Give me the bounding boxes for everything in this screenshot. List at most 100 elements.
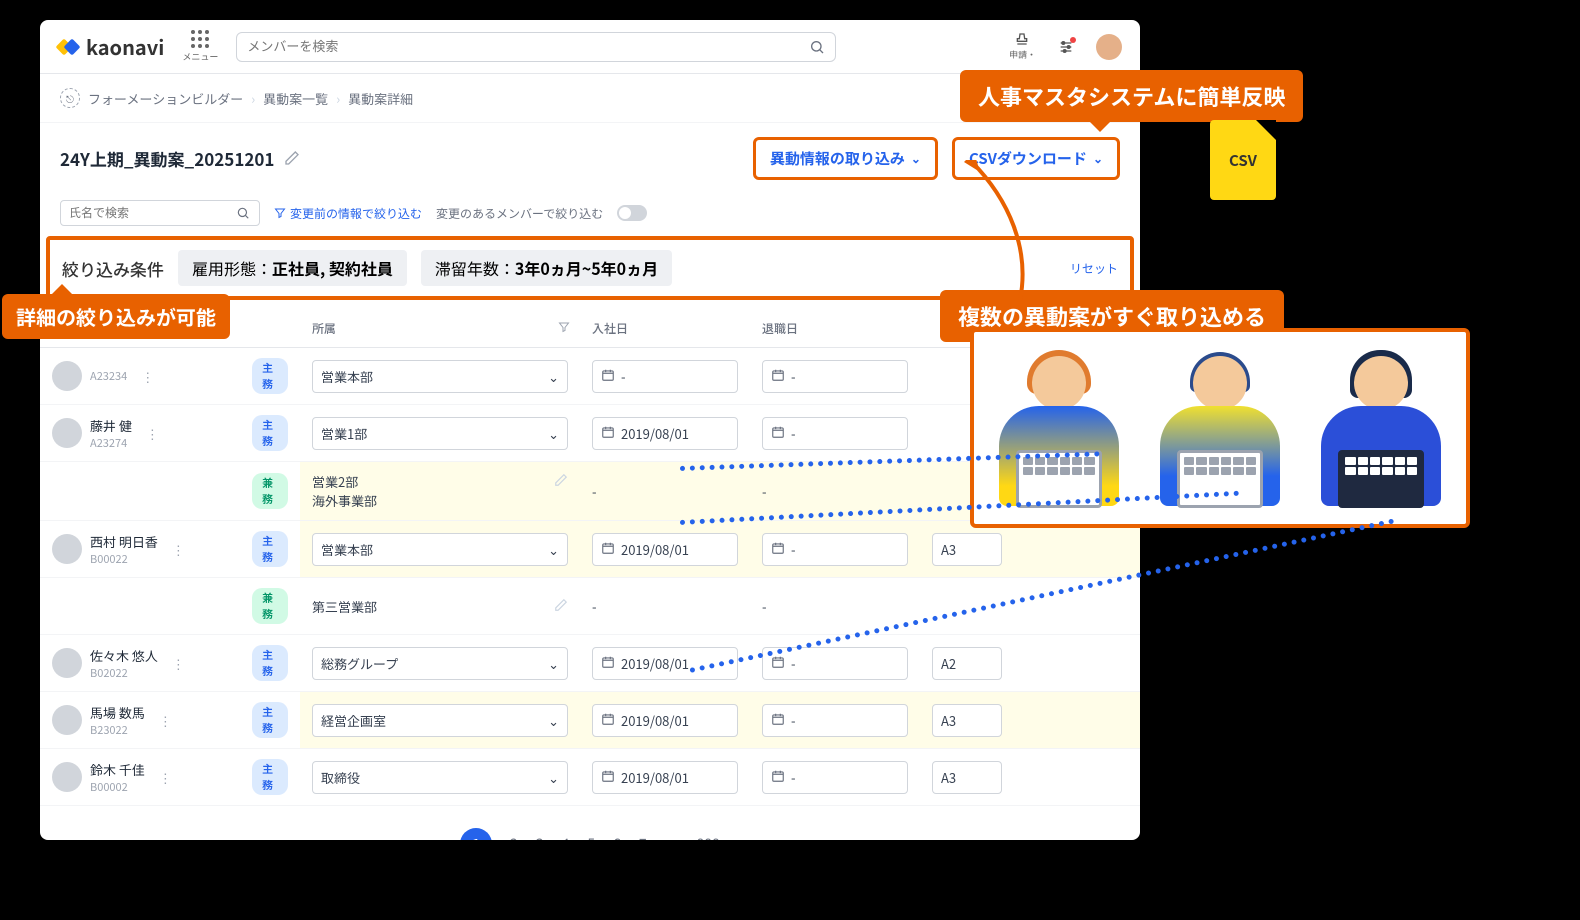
calendar-icon xyxy=(601,540,615,559)
chevron-down-icon: ⌄ xyxy=(548,540,559,559)
callout-hr-master: 人事マスタシステムに簡単反映 xyxy=(960,70,1303,122)
global-search[interactable] xyxy=(236,32,836,62)
row-menu-button[interactable]: ⋮ xyxy=(166,654,191,673)
member-id: A23274 xyxy=(90,435,132,451)
pager-page[interactable]: 7 xyxy=(639,834,647,840)
pencil-icon xyxy=(554,472,568,491)
settings-menu[interactable] xyxy=(1058,39,1074,55)
import-transfer-button[interactable]: 異動情報の取り込み ⌄ xyxy=(753,137,938,180)
filter-chip-employment[interactable]: 雇用形態：正社員, 契約社員 xyxy=(178,250,407,286)
member-id: B00002 xyxy=(90,779,145,795)
grade-select[interactable]: A3 xyxy=(932,761,1002,794)
hire-date-input[interactable]: 2019/08/01 xyxy=(592,704,738,737)
retire-date-input[interactable]: - xyxy=(762,761,908,794)
member-cell: 西村 明日香 B00022 ⋮ xyxy=(52,532,228,567)
filter-toolbar: 変更前の情報で絞り込む 変更のあるメンバーで絞り込む xyxy=(40,194,1140,232)
calendar-icon xyxy=(601,711,615,730)
pager-page[interactable]: 6 xyxy=(613,834,621,840)
csv-label: CSVダウンロード xyxy=(969,148,1087,169)
calendar-icon xyxy=(771,424,785,443)
dept-select[interactable]: 総務グループ⌄ xyxy=(312,647,568,680)
dept-select[interactable]: 取締役⌄ xyxy=(312,761,568,794)
dept-select[interactable]: 営業本部⌄ xyxy=(312,533,568,566)
col-retire: 退職日 xyxy=(750,310,920,348)
retire-date-input[interactable]: - xyxy=(762,704,908,737)
dept-select[interactable]: 経営企画室⌄ xyxy=(312,704,568,737)
topbar: kaonavi メニュー 申請・ xyxy=(40,20,1140,74)
request-menu[interactable]: 申請・ xyxy=(1009,32,1036,61)
before-change-filter-link[interactable]: 変更前の情報で絞り込む xyxy=(274,205,422,222)
hire-date-input[interactable]: 2019/08/01 xyxy=(592,417,738,450)
retire-date-input[interactable]: - xyxy=(762,360,908,393)
filter-icon[interactable] xyxy=(558,320,570,337)
retire-date-input[interactable]: - xyxy=(762,533,908,566)
dept-select[interactable]: 営業1部⌄ xyxy=(312,417,568,450)
row-menu-button[interactable]: ⋮ xyxy=(140,424,165,443)
avatar-icon xyxy=(1096,34,1122,60)
name-search[interactable] xyxy=(60,200,260,226)
row-menu-button[interactable]: ⋮ xyxy=(153,711,178,730)
people-illustration xyxy=(970,328,1470,528)
col-hire: 入社日 xyxy=(580,310,750,348)
pager-next[interactable]: › xyxy=(738,834,742,840)
calendar-icon xyxy=(771,654,785,673)
grade-select[interactable]: A2 xyxy=(932,647,1002,680)
request-label: 申請・ xyxy=(1009,48,1036,61)
calendar-icon xyxy=(771,540,785,559)
grade-select[interactable]: A3 xyxy=(932,704,1002,737)
chevron-down-icon: ⌄ xyxy=(1093,150,1103,167)
brand-name: kaonavi xyxy=(86,32,164,61)
app-menu-button[interactable]: メニュー xyxy=(182,30,218,63)
filter-title: 絞り込み条件 xyxy=(62,256,164,281)
hire-date-input[interactable]: 2019/08/01 xyxy=(592,533,738,566)
member-id: B00022 xyxy=(90,551,158,567)
breadcrumb-l1[interactable]: 異動案一覧 xyxy=(263,89,328,108)
grade-select[interactable]: A3 xyxy=(932,533,1002,566)
logo-mark-icon xyxy=(58,36,80,58)
member-cell: A23234 ⋮ xyxy=(52,361,228,391)
filter-reset-button[interactable]: リセット xyxy=(1070,260,1118,277)
col-badge xyxy=(240,310,300,348)
breadcrumb-root[interactable]: フォーメーションビルダー xyxy=(88,89,243,108)
dept-select[interactable]: 営業本部⌄ xyxy=(312,360,568,393)
col-dept: 所属 xyxy=(300,310,580,348)
table-row: 兼務第三営業部-- xyxy=(40,578,1140,635)
avatar xyxy=(52,705,82,735)
pager-page[interactable]: 5 xyxy=(587,834,595,840)
edit-title-button[interactable] xyxy=(284,147,300,171)
row-menu-button[interactable]: ⋮ xyxy=(153,768,178,787)
only-changed-toggle[interactable] xyxy=(617,205,647,221)
name-search-input[interactable] xyxy=(69,206,235,220)
retire-date-input[interactable]: - xyxy=(762,417,908,450)
table-row: 鈴木 千佳 B00002 ⋮主務取締役⌄2019/08/01-A3 xyxy=(40,749,1140,806)
row-menu-button[interactable]: ⋮ xyxy=(166,540,191,559)
hire-date-input[interactable]: - xyxy=(592,360,738,393)
avatar xyxy=(52,762,82,792)
pager-page[interactable]: 2 xyxy=(510,834,518,840)
avatar xyxy=(52,361,82,391)
csv-download-button[interactable]: CSVダウンロード ⌄ xyxy=(952,137,1120,180)
pager-page[interactable]: 1 xyxy=(460,828,492,840)
csv-file-icon: CSV xyxy=(1210,120,1276,200)
member-name: 藤井 健 xyxy=(90,416,132,435)
calendar-icon xyxy=(601,768,615,787)
calendar-icon xyxy=(601,424,615,443)
profile-menu[interactable] xyxy=(1096,34,1122,60)
calendar-icon xyxy=(771,367,785,386)
duty-badge: 兼務 xyxy=(252,588,288,624)
member-cell: 馬場 数馬 B23022 ⋮ xyxy=(52,703,228,738)
dept-text[interactable]: 営業2部海外事業部 xyxy=(312,472,568,510)
pager-page[interactable]: 3 xyxy=(536,834,544,840)
row-menu-button[interactable]: ⋮ xyxy=(135,367,160,386)
hire-date-input[interactable]: 2019/08/01 xyxy=(592,761,738,794)
member-cell: 藤井 健 A23274 ⋮ xyxy=(52,416,228,451)
pager-prev[interactable]: ‹ xyxy=(438,834,442,840)
member-name: 鈴木 千佳 xyxy=(90,760,145,779)
filter-chip-tenure[interactable]: 滞留年数：3年0ヵ月~5年0ヵ月 xyxy=(421,250,672,286)
pager-page[interactable]: 4 xyxy=(562,834,570,840)
dept-text[interactable]: 第三営業部 xyxy=(312,597,568,616)
pager-page[interactable]: 999 xyxy=(697,834,720,840)
avatar xyxy=(52,418,82,448)
duty-badge: 主務 xyxy=(252,358,288,394)
global-search-input[interactable] xyxy=(247,39,809,54)
